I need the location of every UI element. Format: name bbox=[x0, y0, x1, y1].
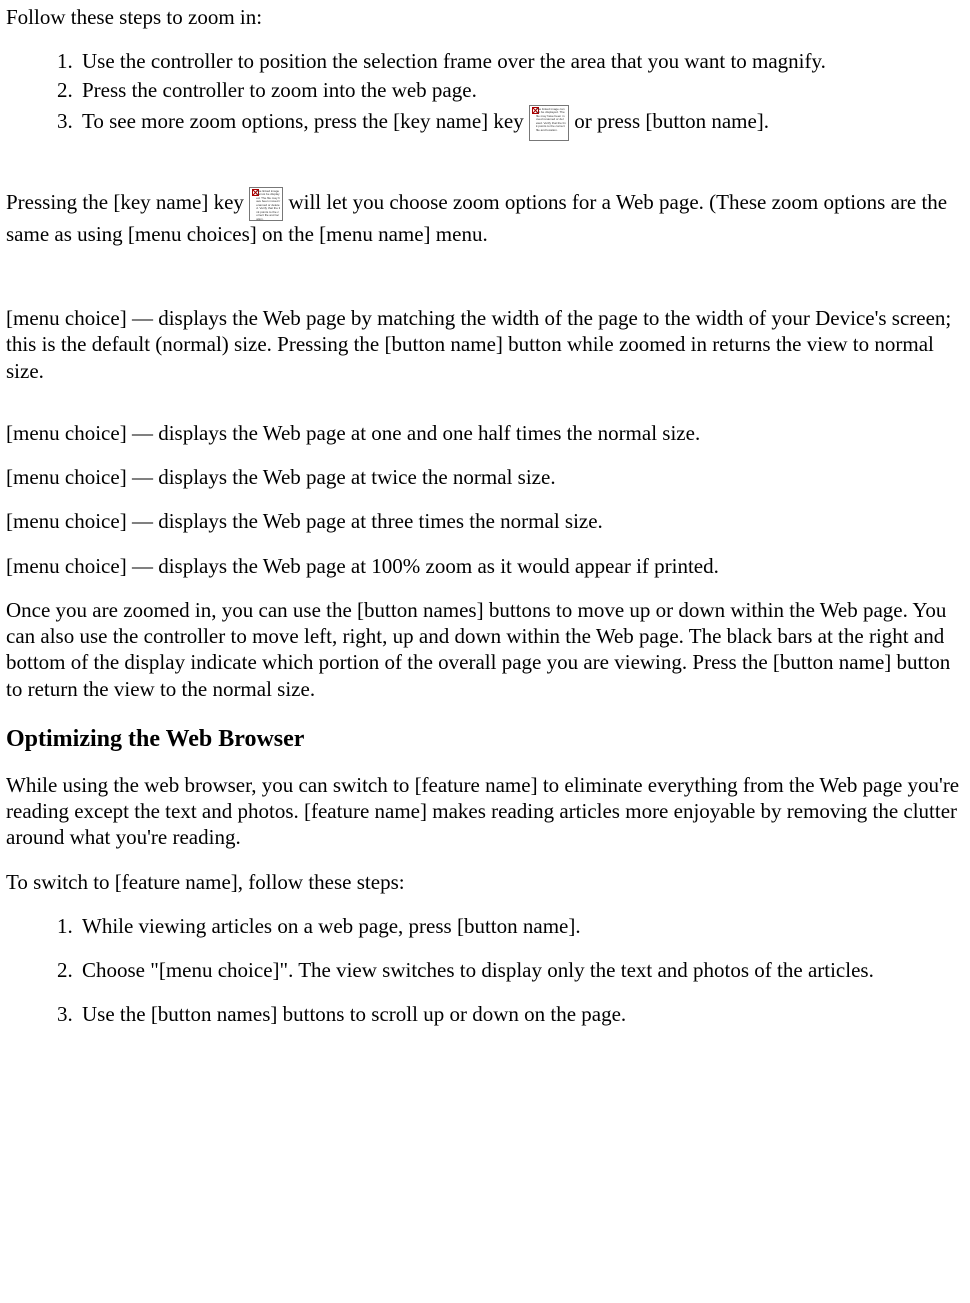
intro-paragraph: Follow these steps to zoom in: bbox=[6, 4, 964, 30]
optimize-paragraph-2: To switch to [feature name], follow thes… bbox=[6, 869, 964, 895]
list-item: Use the [button names] buttons to scroll… bbox=[78, 1001, 964, 1027]
optimize-paragraph-1: While using the web browser, you can swi… bbox=[6, 772, 964, 851]
list-item: Choose "[menu choice]". The view switche… bbox=[78, 957, 964, 983]
optimize-steps-list: While viewing articles on a web page, pr… bbox=[6, 913, 964, 1028]
zoom-steps-list: Use the controller to position the selec… bbox=[6, 48, 964, 141]
missing-image-icon: The linked image cannot be displayed. Th… bbox=[249, 187, 283, 221]
menu-choice-item: [menu choice] — displays the Web page at… bbox=[6, 420, 964, 446]
zoom-navigation-paragraph: Once you are zoomed in, you can use the … bbox=[6, 597, 964, 702]
menu-choice-item: [menu choice] — displays the Web page at… bbox=[6, 508, 964, 534]
menu-choice-default: [menu choice] — displays the Web page by… bbox=[6, 305, 964, 384]
menu-choice-item: [menu choice] — displays the Web page at… bbox=[6, 553, 964, 579]
key-paragraph: Pressing the [key name] key The linked i… bbox=[6, 187, 964, 247]
section-heading: Optimizing the Web Browser bbox=[6, 724, 964, 754]
list-item: While viewing articles on a web page, pr… bbox=[78, 913, 964, 939]
document-page: Follow these steps to zoom in: Use the c… bbox=[0, 0, 970, 1303]
step3-post: or press [button name]. bbox=[574, 109, 769, 133]
step3-pre: To see more zoom options, press the [key… bbox=[82, 109, 529, 133]
missing-image-icon: The linked image cannot be displayed. Th… bbox=[529, 105, 569, 141]
list-item: Use the controller to position the selec… bbox=[78, 48, 964, 74]
list-item: To see more zoom options, press the [key… bbox=[78, 105, 964, 141]
list-item: Press the controller to zoom into the we… bbox=[78, 77, 964, 103]
key-pre: Pressing the [key name] key bbox=[6, 190, 249, 214]
menu-choice-item: [menu choice] — displays the Web page at… bbox=[6, 464, 964, 490]
